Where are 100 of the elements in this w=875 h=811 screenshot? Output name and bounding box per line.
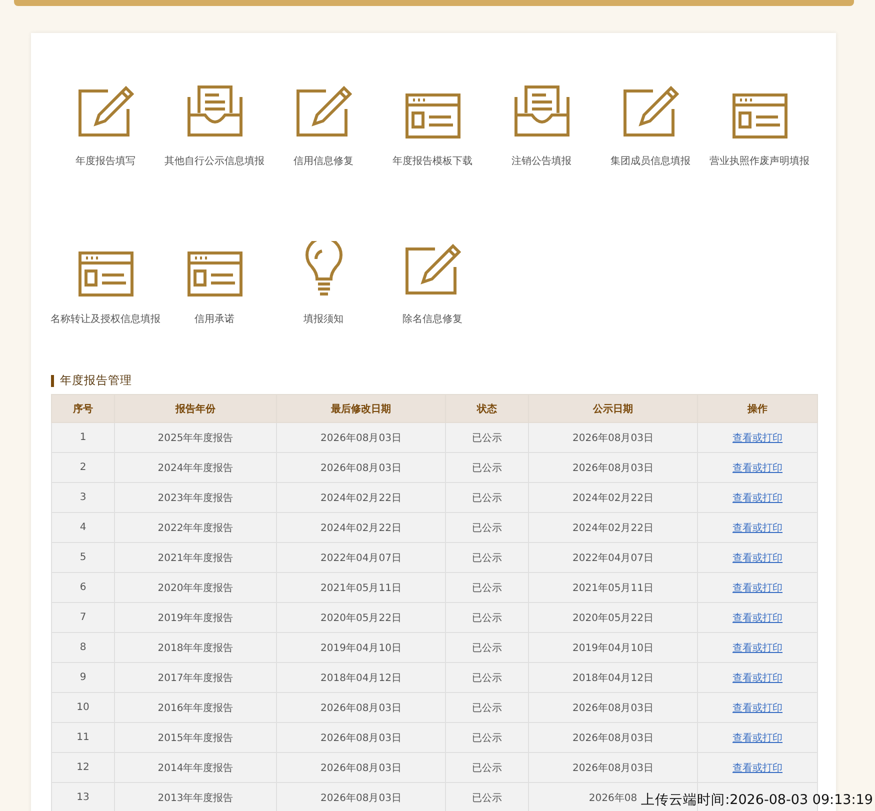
view-print-link[interactable]: 查看或打印 [732, 522, 782, 534]
table-cell: 2 [52, 452, 114, 482]
table-cell: 2015年年度报告 [114, 722, 276, 752]
table-cell: 2020年年度报告 [114, 572, 276, 602]
table-cell: 已公示 [446, 752, 528, 782]
table-cell: 2026年08月03日 [276, 752, 446, 782]
table-cell: 2021年05月11日 [276, 572, 446, 602]
table-cell: 6 [52, 572, 114, 602]
upload-time-text: 上传云端时间:2026-08-03 09:13:19 [641, 791, 873, 809]
table-cell: 2026年08月03日 [528, 692, 698, 722]
light-bulb-icon[interactable] [304, 241, 344, 297]
column-header: 操作 [698, 394, 818, 422]
table-cell: 9 [52, 662, 114, 692]
shortcut-label[interactable]: 填报须知 [268, 313, 380, 326]
table-cell: 已公示 [446, 692, 528, 722]
table-cell: 2024年02月22日 [276, 482, 446, 512]
table-cell: 5 [52, 542, 114, 572]
web-page-icon[interactable] [186, 251, 242, 297]
view-print-link[interactable]: 查看或打印 [732, 582, 782, 594]
table-cell: 12 [52, 752, 114, 782]
table-cell: 2019年年度报告 [114, 602, 276, 632]
table-cell: 7 [52, 602, 114, 632]
table-cell: 2018年04月12日 [528, 662, 698, 692]
table-cell: 2014年年度报告 [114, 752, 276, 782]
column-header: 序号 [52, 394, 114, 422]
table-cell: 2026年08月03日 [276, 782, 446, 811]
shortcut-label[interactable]: 注销公告填报 [486, 155, 598, 168]
view-print-link[interactable]: 查看或打印 [732, 492, 782, 504]
shortcut-label[interactable]: 名称转让及授权信息填报 [50, 313, 162, 326]
table-cell: 2019年04月10日 [528, 632, 698, 662]
shortcut-label[interactable]: 营业执照作废声明填报 [704, 155, 816, 168]
view-print-link[interactable]: 查看或打印 [732, 642, 782, 654]
table-cell: 已公示 [446, 542, 528, 572]
table-cell: 2026年08月03日 [276, 722, 446, 752]
table-cell: 13 [52, 782, 114, 811]
table-cell: 2022年04月07日 [276, 542, 446, 572]
table-cell: 已公示 [446, 632, 528, 662]
shortcut-label[interactable]: 除名信息修复 [376, 313, 488, 326]
table-cell: 8 [52, 632, 114, 662]
web-page-icon[interactable] [404, 93, 460, 139]
section-title: 年度报告管理 [60, 373, 132, 388]
web-page-icon[interactable] [732, 93, 788, 139]
shortcut-label[interactable]: 年度报告模板下载 [376, 155, 488, 168]
inbox-icon[interactable] [514, 85, 570, 139]
table-cell: 4 [52, 512, 114, 542]
table-cell: 11 [52, 722, 114, 752]
view-print-link[interactable]: 查看或打印 [732, 462, 782, 474]
table-cell: 2024年02月22日 [528, 512, 698, 542]
shortcut-label[interactable]: 其他自行公示信息填报 [158, 155, 270, 168]
table-cell: 2026年08月03日 [528, 422, 698, 452]
table-cell: 2023年年度报告 [114, 482, 276, 512]
table-cell: 10 [52, 692, 114, 722]
table-cell: 已公示 [446, 512, 528, 542]
view-print-link[interactable]: 查看或打印 [732, 732, 782, 744]
table-cell: 2024年年度报告 [114, 452, 276, 482]
view-print-link[interactable]: 查看或打印 [732, 612, 782, 624]
table-cell: 2021年年度报告 [114, 542, 276, 572]
column-header: 状态 [446, 394, 528, 422]
table-cell: 2026年08月03日 [528, 752, 698, 782]
column-header: 公示日期 [528, 394, 698, 422]
table-cell: 2026年08月03日 [276, 692, 446, 722]
table-cell: 2024年02月22日 [528, 482, 698, 512]
shortcut-label[interactable]: 集团成员信息填报 [594, 155, 706, 168]
table-cell: 2017年年度报告 [114, 662, 276, 692]
shortcut-label[interactable]: 年度报告填写 [50, 155, 162, 168]
inbox-icon[interactable] [186, 85, 242, 139]
table-cell: 2021年05月11日 [528, 572, 698, 602]
table-cell: 已公示 [446, 602, 528, 632]
view-print-link[interactable]: 查看或打印 [732, 432, 782, 444]
web-page-icon[interactable] [78, 251, 134, 297]
table-cell: 2026年08月03日 [528, 722, 698, 752]
table-cell: 2018年04月12日 [276, 662, 446, 692]
table-cell: 已公示 [446, 782, 528, 811]
view-print-link[interactable]: 查看或打印 [732, 762, 782, 774]
shortcut-label[interactable]: 信用承诺 [158, 313, 270, 326]
view-print-link[interactable]: 查看或打印 [732, 672, 782, 684]
shortcut-label[interactable]: 信用信息修复 [268, 155, 380, 168]
table-cell: 2016年年度报告 [114, 692, 276, 722]
table-cell: 3 [52, 482, 114, 512]
column-header: 最后修改日期 [276, 394, 446, 422]
table-cell: 已公示 [446, 572, 528, 602]
edit-icon[interactable] [296, 85, 352, 139]
table-cell: 已公示 [446, 722, 528, 752]
table-cell: 2022年年度报告 [114, 512, 276, 542]
table-cell: 已公示 [446, 662, 528, 692]
view-print-link[interactable]: 查看或打印 [732, 552, 782, 564]
column-header: 报告年份 [114, 394, 276, 422]
table-cell: 2025年年度报告 [114, 422, 276, 452]
edit-icon[interactable] [404, 243, 460, 297]
table-cell: 1 [52, 422, 114, 452]
edit-icon[interactable] [622, 85, 678, 139]
table-cell: 2019年04月10日 [276, 632, 446, 662]
table-cell: 2020年05月22日 [276, 602, 446, 632]
table-cell: 2022年04月07日 [528, 542, 698, 572]
table-cell: 2026年08月03日 [276, 422, 446, 452]
table-cell: 2020年05月22日 [528, 602, 698, 632]
table-cell: 2018年年度报告 [114, 632, 276, 662]
table-cell: 2026年08月03日 [276, 452, 446, 482]
edit-icon[interactable] [78, 85, 134, 139]
view-print-link[interactable]: 查看或打印 [732, 702, 782, 714]
